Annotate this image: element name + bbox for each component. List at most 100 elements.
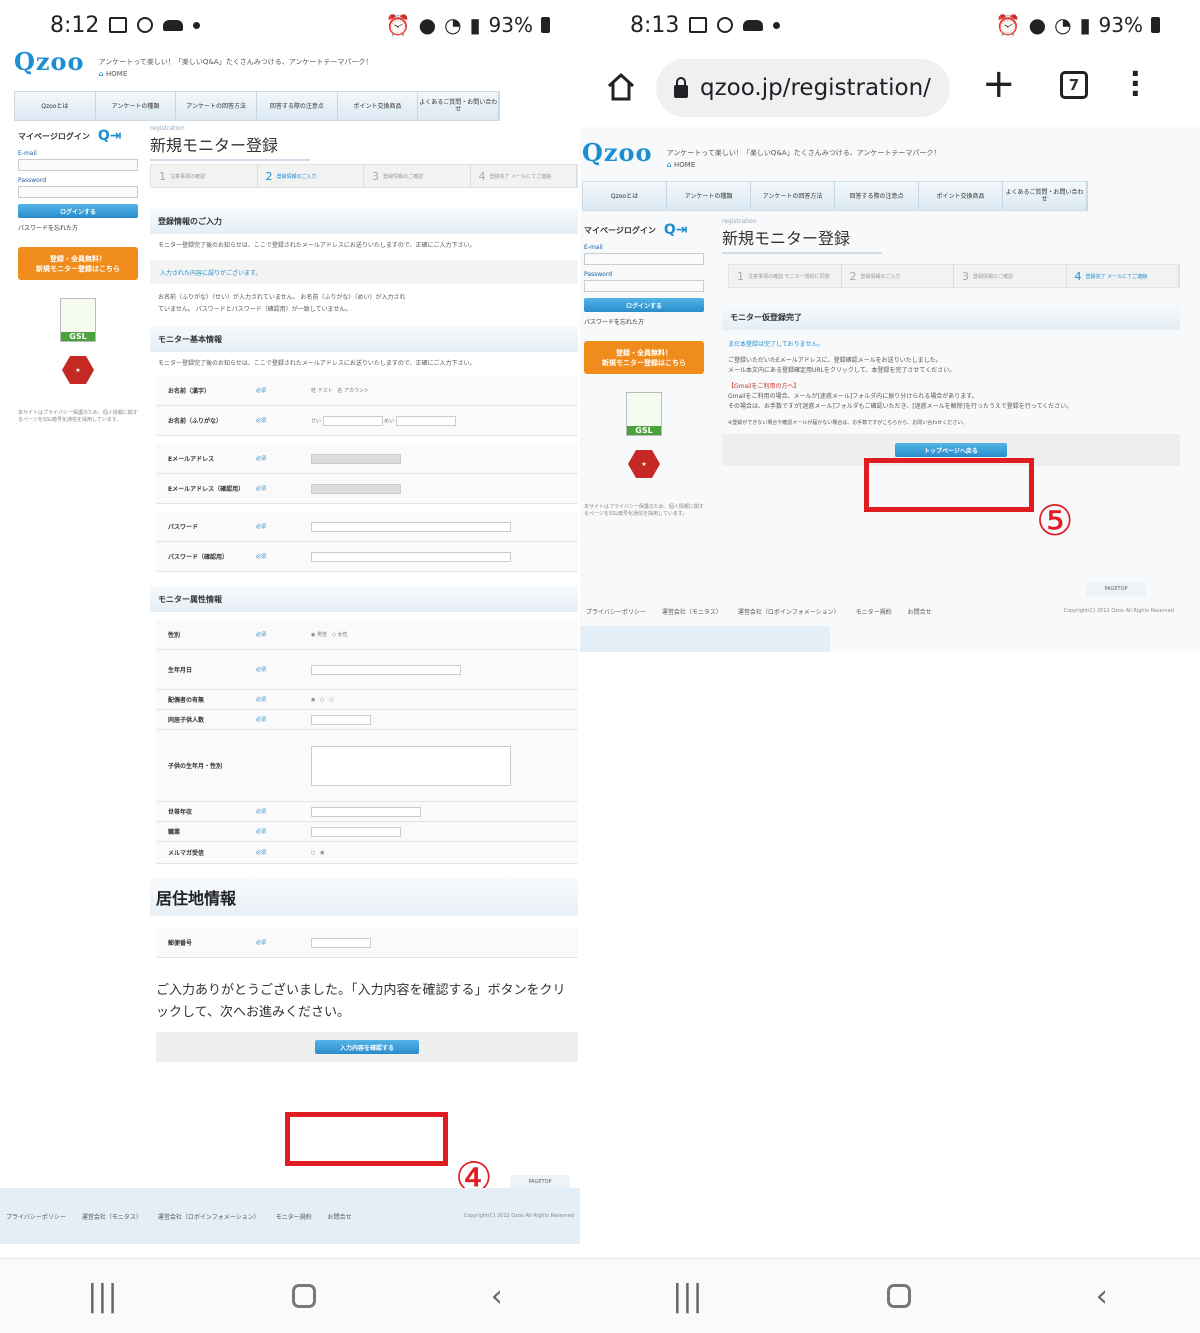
step-1: 1 注意事項の確認 (151, 165, 258, 187)
pagetop-link[interactable]: PAGETOP (510, 1175, 570, 1189)
menu-icon[interactable]: · · · (1130, 60, 1141, 108)
gender-radio[interactable]: ◉ 男性 ○ 女性 (311, 631, 578, 638)
notification-icon (717, 17, 734, 33)
email-field[interactable] (18, 159, 138, 171)
birthdate-select[interactable] (311, 664, 461, 675)
table-row: パスワード（確認用） 必須 (156, 542, 578, 572)
menu-item[interactable]: ポイント交換商品 (338, 92, 419, 120)
page-title: 新規モニター登録 (150, 132, 310, 161)
email-confirm-input[interactable] (311, 483, 401, 494)
signup-banner[interactable]: 登録・全員無料！ 新規モニター登録はこちら (584, 341, 704, 374)
menu-item[interactable]: よくあるご質問・お問い合わせ (418, 92, 500, 120)
menu-item[interactable]: 回答する際の注意点 (835, 182, 919, 210)
table-row: メルマガ受信 必須 ○ ◉ (156, 842, 578, 864)
footer-link[interactable]: プライバシーポリシー (586, 607, 646, 616)
tab-switcher[interactable]: 7 (1060, 71, 1088, 99)
password-field[interactable] (584, 280, 704, 292)
step-3: 3 登録情報のご確認 (954, 265, 1067, 287)
footer-link[interactable]: 運営会社（ロボインフォメーション） (738, 607, 840, 616)
last-name-input[interactable]: テスト (318, 388, 333, 394)
back-icon[interactable]: ‹ (491, 1279, 503, 1314)
registration-form: registration 新規モニター登録 1 注意事項の確認 2 登録情報のご入力… (150, 125, 578, 1062)
menu-item[interactable]: アンケートの種類 (96, 92, 177, 120)
footer-link[interactable]: モニター規約 (856, 607, 892, 616)
back-icon[interactable]: ‹ (1096, 1279, 1108, 1314)
seal-icon: ★ (62, 356, 94, 384)
zip-input[interactable] (311, 937, 371, 948)
login-button[interactable]: ログインする (584, 298, 704, 312)
children-count-select[interactable] (311, 714, 371, 725)
battery-icon (541, 17, 550, 33)
footer-link[interactable]: モニター規約 (276, 1212, 312, 1221)
email-input[interactable] (311, 453, 401, 464)
menu-item[interactable]: アンケートの種類 (667, 182, 751, 210)
footer-link[interactable]: お問合せ (908, 607, 932, 616)
children-birth-select[interactable] (311, 745, 511, 786)
recent-apps-icon[interactable]: ||| (672, 1279, 702, 1314)
forgot-password-link[interactable]: パスワードを忘れた方 (18, 223, 138, 232)
password-input[interactable] (311, 521, 511, 532)
confirm-input-button[interactable]: 入力内容を確認する (315, 1040, 419, 1054)
home-link[interactable]: ⌂ HOME (667, 159, 941, 171)
cloud-icon (743, 19, 764, 31)
home-link[interactable]: ⌂ HOME (99, 68, 373, 80)
qzoo-logo[interactable]: Qzoo (582, 138, 653, 167)
footer-link[interactable]: 運営会社（モニタス） (662, 607, 722, 616)
more-notifications-icon (773, 21, 781, 29)
marital-radio[interactable]: ◉ ○ ○ (311, 697, 578, 703)
forgot-password-link[interactable]: パスワードを忘れた方 (584, 317, 704, 326)
menu-item[interactable]: アンケートの回答方法 (751, 182, 835, 210)
address-bar[interactable]: qzoo.jp/registration/ (656, 59, 950, 117)
location-icon: ● (418, 13, 437, 37)
furigana-mei-input[interactable] (395, 415, 456, 426)
back-to-top-button[interactable]: トップページへ戻る (895, 443, 1007, 457)
browser-home-icon[interactable] (605, 71, 637, 103)
password-field[interactable] (18, 186, 138, 198)
recent-apps-icon[interactable]: ||| (87, 1279, 117, 1314)
footer-link[interactable]: 運営会社（モニタス） (82, 1212, 142, 1221)
status-bar: 8:12 ⏰ ● ◔ ▮ 93% (0, 0, 590, 50)
home-button-icon[interactable] (292, 1284, 317, 1308)
login-icon: Q⇥ (663, 222, 688, 238)
first-name-input[interactable]: アカウント (344, 388, 369, 394)
login-button[interactable]: ログインする (18, 204, 138, 218)
seal-icon: ★ (628, 450, 660, 478)
cloud-icon (163, 19, 184, 31)
basic-info-table: お名前（漢字） 必須姓 テスト 名 アカウント お名前（ふりがな） 必須 せい めい … (156, 376, 578, 572)
battery-percent: 93% (488, 13, 533, 37)
signup-banner[interactable]: 登録・全員無料！ 新規モニター登録はこちら (18, 247, 138, 280)
alarm-icon: ⏰ (385, 13, 411, 37)
home-button-icon[interactable] (887, 1284, 912, 1308)
newsletter-radio[interactable]: ○ ◉ (311, 850, 578, 856)
qzoo-logo[interactable]: Qzoo (14, 47, 85, 76)
income-select[interactable] (311, 806, 421, 817)
password-confirm-input[interactable] (311, 551, 511, 562)
email-field[interactable] (584, 253, 704, 265)
footer-link[interactable]: プライバシーポリシー (6, 1212, 66, 1221)
completion-message: まだ本登録は完了しておりません。 ご登録いただいたEメールアドレスに、登録確認メ… (728, 341, 1073, 426)
status-time: 8:13 (630, 12, 680, 38)
job-select[interactable] (311, 826, 401, 837)
menu-item[interactable]: Qzooとは (583, 182, 667, 210)
right-phone-screen: 8:13 ⏰ ● ◔ ▮ 93% qzoo.jp/registration/ +… (580, 0, 1200, 1333)
menu-item[interactable]: 回答する際の注意点 (257, 92, 338, 120)
location-icon: ● (1028, 13, 1047, 37)
email-label: E-mail (584, 244, 603, 251)
residence-section-header: 居住地情報 (150, 878, 578, 916)
menu-item[interactable]: Qzooとは (15, 92, 96, 120)
footer-link[interactable]: 運営会社（ロボインフォメーション） (158, 1212, 260, 1221)
footer-link[interactable]: お問合せ (328, 1212, 352, 1221)
pagetop-link[interactable]: PAGETOP (1086, 582, 1146, 596)
global-menu: Qzooとは アンケートの種類 アンケートの回答方法 回答する際の注意点 ポイン… (14, 91, 500, 121)
site-header: Qzoo アンケートって楽しい！「楽しいQ&A」たくさんみつける、アンケートテー… (582, 138, 1152, 211)
step-marker: ⑤ (1036, 496, 1074, 545)
footer: プライバシーポリシー 運営会社（モニタス） 運営会社（ロボインフォメーション） … (0, 1188, 580, 1244)
menu-item[interactable]: よくあるご質問・お問い合わせ (1003, 182, 1087, 210)
step-2: 2 登録情報のご入力 (258, 165, 364, 187)
menu-item[interactable]: ポイント交換商品 (919, 182, 1003, 210)
furigana-sei-input[interactable] (322, 415, 383, 426)
menu-item[interactable]: アンケートの回答方法 (176, 92, 258, 120)
new-tab-icon[interactable]: + (982, 61, 1016, 107)
screenshot-root: 8:12 ⏰ ● ◔ ▮ 93% Qzoo アンケートって楽しい！「楽しいQ&A… (0, 0, 1200, 1333)
alarm-icon: ⏰ (995, 13, 1021, 37)
